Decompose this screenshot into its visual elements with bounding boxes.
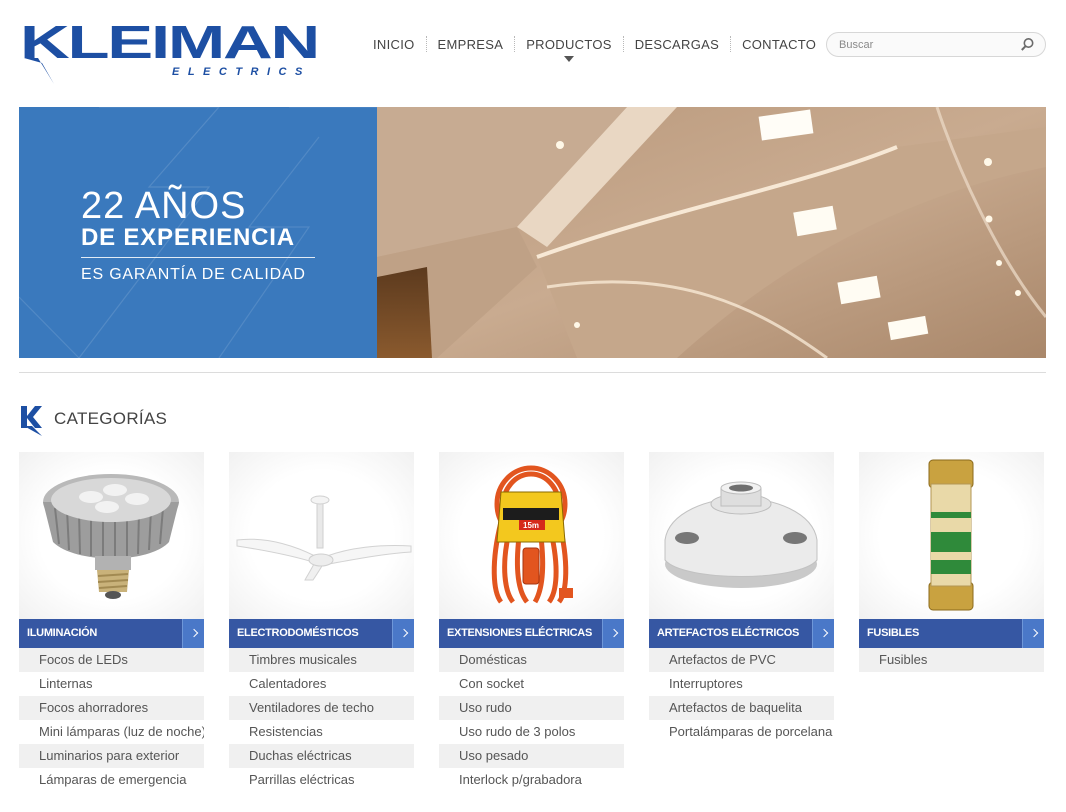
fuse-icon [928,459,974,611]
subcategory-item[interactable]: Artefactos de baquelita [649,696,834,720]
chevron-right-icon[interactable] [182,619,204,648]
subcategory-item[interactable]: Artefactos de PVC [649,648,834,672]
main-nav: INICIO EMPRESA PRODUCTOS DESCARGAS CONTA… [362,34,827,62]
nav-item-inicio[interactable]: INICIO [362,37,426,52]
subcategory-item[interactable]: Mini lámparas (luz de noche) [19,720,204,744]
category-image[interactable] [19,452,204,619]
category-card-fusibles: FUSIBLES Fusibles [859,452,1044,672]
subcategory-item[interactable]: Focos ahorradores [19,696,204,720]
category-image[interactable] [649,452,834,619]
subcategory-list: Artefactos de PVC Interruptores Artefact… [649,648,834,744]
category-bar-artefactos[interactable]: ARTEFACTOS ELÉCTRICOS [649,619,834,648]
subcategory-item[interactable]: Resistencias [229,720,414,744]
chevron-right-icon[interactable] [812,619,834,648]
search-input[interactable] [839,37,1014,53]
section-divider [19,372,1046,373]
category-card-iluminacion: ILUMINACIÓN Focos de LEDs Linternas Foco… [19,452,204,792]
chevron-right-icon[interactable] [392,619,414,648]
category-label: FUSIBLES [867,627,919,639]
categories-heading: CATEGORÍAS [20,404,167,436]
led-bulb-icon [43,474,179,599]
subcategory-item[interactable]: Fusibles [859,648,1044,672]
banner-heading: 22 AÑOS [81,185,247,227]
category-label: EXTENSIONES ELÉCTRICAS [447,627,592,639]
nav-item-empresa[interactable]: EMPRESA [427,37,515,52]
nav-item-contacto[interactable]: CONTACTO [731,37,827,52]
category-bar-fusibles[interactable]: FUSIBLES [859,619,1044,648]
categories-title: CATEGORÍAS [54,408,168,428]
banner-text-panel: 22 AÑOS DE EXPERIENCIA ES GARANTÍA DE CA… [19,107,377,358]
subcategory-item[interactable]: Ventiladores de techo [229,696,414,720]
banner-subheading: DE EXPERIENCIA [81,224,295,251]
kleiman-k-icon [21,406,42,436]
chevron-right-icon[interactable] [602,619,624,648]
category-bar-electrodomesticos[interactable]: ELECTRODOMÉSTICOS [229,619,414,648]
subcategory-item[interactable]: Portalámparas de porcelana [649,720,834,744]
nav-item-productos[interactable]: PRODUCTOS [515,36,623,62]
subcategory-item[interactable]: Interlock p/grabadora [439,768,624,792]
subcategory-item[interactable]: Duchas eléctricas [229,744,414,768]
category-label: ARTEFACTOS ELÉCTRICOS [657,627,800,639]
subcategory-item[interactable]: Parrillas eléctricas [229,768,414,792]
search-icon[interactable] [1020,37,1035,52]
category-image[interactable]: 15m [439,452,624,619]
category-image[interactable] [859,452,1044,619]
nav-item-descargas[interactable]: DESCARGAS [624,37,730,52]
subcategory-item[interactable]: Uso rudo [439,696,624,720]
subcategory-item[interactable]: Timbres musicales [229,648,414,672]
hero-banner[interactable]: 22 AÑOS DE EXPERIENCIA ES GARANTÍA DE CA… [19,107,1046,358]
subcategory-item[interactable]: Luminarios para exterior [19,744,204,768]
subcategory-list: Focos de LEDs Linternas Focos ahorradore… [19,648,204,792]
subcategory-item[interactable]: Con socket [439,672,624,696]
ceiling-fan-icon [236,495,412,581]
subcategory-list: Timbres musicales Calentadores Ventilado… [229,648,414,792]
logo-mark-icon: KLEIMAN ELECTRICS [20,18,320,84]
subcategory-item[interactable]: Calentadores [229,672,414,696]
kleiman-logo[interactable]: KLEIMAN ELECTRICS [20,18,320,84]
banner-tagline: ES GARANTÍA DE CALIDAD [81,266,306,283]
category-bar-iluminacion[interactable]: ILUMINACIÓN [19,619,204,648]
chevron-right-icon[interactable] [1022,619,1044,648]
subcategory-list: Fusibles [859,648,1044,672]
svg-text:15m: 15m [523,521,539,530]
subcategory-item[interactable]: Focos de LEDs [19,648,204,672]
subcategory-item[interactable]: Domésticas [439,648,624,672]
subcategory-item[interactable]: Uso pesado [439,744,624,768]
category-bar-extensiones[interactable]: EXTENSIONES ELÉCTRICAS [439,619,624,648]
logo-brand-text: KLEIMAN [20,18,318,68]
subcategory-item[interactable]: Linternas [19,672,204,696]
search-box [826,32,1046,57]
logo-tagline-text: ELECTRICS [172,66,311,78]
chevron-down-icon [563,55,574,62]
category-label: ELECTRODOMÉSTICOS [237,627,359,639]
ceiling-lights-image [377,107,1046,358]
category-card-extensiones: 15m EXTENSIONES ELÉCTRICAS Domésticas Co… [439,452,624,792]
extension-cord-icon: 15m [491,465,573,604]
category-card-electrodomesticos: ELECTRODOMÉSTICOS Timbres musicales Cale… [229,452,414,792]
porcelain-socket-icon [664,481,818,588]
subcategory-item[interactable]: Lámparas de emergencia [19,768,204,792]
subcategory-list: Domésticas Con socket Uso rudo Uso rudo … [439,648,624,792]
category-label: ILUMINACIÓN [27,627,98,639]
category-image[interactable] [229,452,414,619]
subcategory-item[interactable]: Uso rudo de 3 polos [439,720,624,744]
category-card-artefactos: ARTEFACTOS ELÉCTRICOS Artefactos de PVC … [649,452,834,744]
subcategory-item[interactable]: Interruptores [649,672,834,696]
banner-rule [81,257,315,258]
banner-ceiling-photo [377,107,1046,358]
nav-item-productos-label: PRODUCTOS [526,36,612,52]
